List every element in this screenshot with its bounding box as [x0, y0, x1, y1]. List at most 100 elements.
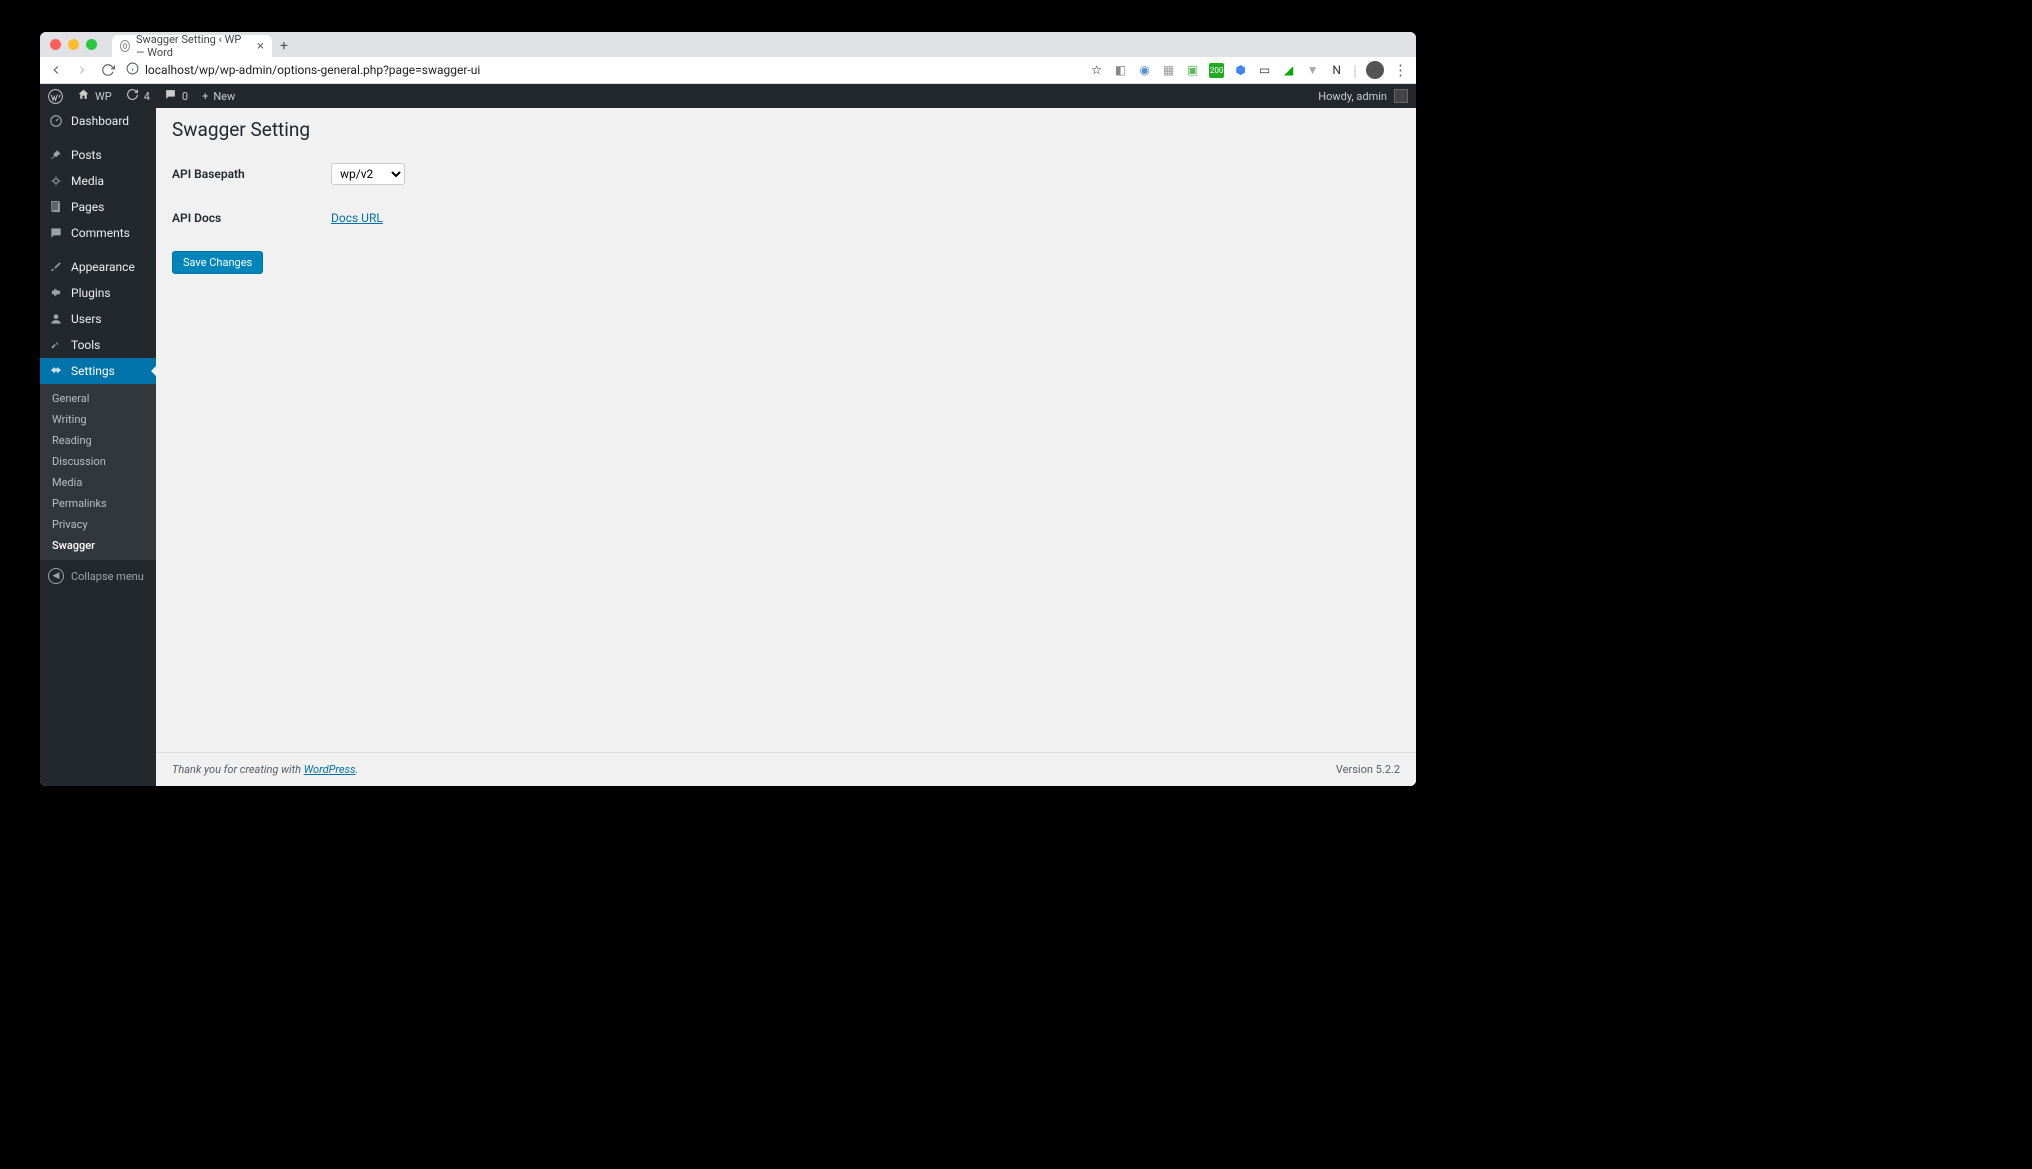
site-name: WP: [95, 90, 112, 103]
comment-count: 0: [182, 90, 188, 103]
browser-menu-button[interactable]: ⋮: [1393, 61, 1408, 79]
site-link[interactable]: WP: [77, 88, 112, 104]
submenu-item-swagger[interactable]: Swagger: [40, 535, 156, 556]
admin-footer: Thank you for creating with WordPress. V…: [156, 752, 1416, 786]
settings-submenu: General Writing Reading Discussion Media…: [40, 384, 156, 560]
collapse-icon: ◀: [48, 568, 64, 584]
wp-logo-button[interactable]: [48, 89, 63, 104]
version-text: Version 5.2.2: [1336, 763, 1400, 776]
submenu-item-general[interactable]: General: [40, 388, 156, 409]
minimize-window-button[interactable]: [68, 39, 79, 50]
extension-icon[interactable]: ▭: [1257, 63, 1272, 78]
brush-icon: [48, 260, 64, 274]
close-window-button[interactable]: [50, 39, 61, 50]
page-icon: [48, 200, 64, 214]
admin-sidebar: Dashboard Posts Media Pages Comment: [40, 108, 156, 786]
sidebar-item-posts[interactable]: Posts: [40, 142, 156, 168]
extension-icon[interactable]: ▣: [1185, 63, 1200, 78]
tab-title: Swagger Setting ‹ WP — Word: [136, 33, 251, 59]
sidebar-label: Plugins: [71, 286, 111, 300]
sidebar-item-comments[interactable]: Comments: [40, 220, 156, 246]
sidebar-item-media[interactable]: Media: [40, 168, 156, 194]
submenu-item-privacy[interactable]: Privacy: [40, 514, 156, 535]
star-icon[interactable]: ☆: [1089, 63, 1104, 78]
collapse-label: Collapse menu: [71, 570, 144, 583]
extension-icon[interactable]: ◢: [1281, 63, 1296, 78]
save-changes-button[interactable]: Save Changes: [172, 251, 263, 274]
admin-bar: WP 4 0 + New Howdy, admin: [40, 84, 1416, 108]
account-menu[interactable]: Howdy, admin: [1318, 89, 1408, 103]
docs-url-link[interactable]: Docs URL: [331, 211, 383, 225]
user-avatar: [1394, 89, 1408, 103]
extension-icon[interactable]: ◉: [1137, 63, 1152, 78]
pin-icon: [48, 148, 64, 162]
maximize-window-button[interactable]: [86, 39, 97, 50]
sidebar-item-tools[interactable]: Tools: [40, 332, 156, 358]
greeting: Howdy, admin: [1318, 90, 1387, 103]
extension-icon[interactable]: N: [1329, 63, 1344, 78]
sidebar-item-settings[interactable]: Settings: [40, 358, 156, 384]
new-label: New: [213, 90, 235, 103]
api-basepath-select[interactable]: wp/v2: [331, 163, 405, 185]
sidebar-label: Settings: [71, 364, 115, 378]
submenu-item-reading[interactable]: Reading: [40, 430, 156, 451]
extension-icon[interactable]: ▼: [1305, 63, 1320, 78]
wp-admin: WP 4 0 + New Howdy, admin: [40, 84, 1416, 786]
api-docs-label: API Docs: [172, 211, 331, 225]
browser-tab[interactable]: Swagger Setting ‹ WP — Word ×: [112, 35, 272, 57]
comment-icon: [48, 226, 64, 240]
page-title: Swagger Setting: [172, 118, 1400, 141]
window-controls: [50, 39, 97, 50]
extension-icon[interactable]: 200: [1209, 63, 1224, 78]
plus-icon: +: [202, 90, 208, 103]
comments-link[interactable]: 0: [164, 88, 188, 104]
globe-icon: [120, 40, 130, 52]
collapse-menu-button[interactable]: ◀ Collapse menu: [40, 560, 156, 592]
sidebar-label: Dashboard: [71, 114, 129, 128]
submenu-item-permalinks[interactable]: Permalinks: [40, 493, 156, 514]
comment-icon: [164, 88, 177, 104]
reload-button[interactable]: [100, 62, 116, 78]
back-button[interactable]: [48, 62, 64, 78]
sidebar-label: Posts: [71, 148, 102, 162]
plugin-icon: [48, 286, 64, 300]
forward-button[interactable]: [74, 62, 90, 78]
sidebar-label: Media: [71, 174, 104, 188]
browser-tabstrip: Swagger Setting ‹ WP — Word × +: [40, 32, 1416, 57]
address-bar[interactable]: localhost/wp/wp-admin/options-general.ph…: [126, 62, 1079, 78]
submenu-item-writing[interactable]: Writing: [40, 409, 156, 430]
updates-link[interactable]: 4: [126, 88, 150, 104]
site-info-icon[interactable]: [126, 62, 139, 78]
home-icon: [77, 88, 90, 104]
browser-window: Swagger Setting ‹ WP — Word × + localhos…: [40, 32, 1416, 786]
dashboard-icon: [48, 114, 64, 128]
api-basepath-label: API Basepath: [172, 167, 331, 181]
sidebar-item-plugins[interactable]: Plugins: [40, 280, 156, 306]
close-tab-button[interactable]: ×: [257, 39, 264, 54]
update-count: 4: [144, 90, 150, 103]
submenu-item-discussion[interactable]: Discussion: [40, 451, 156, 472]
sidebar-item-appearance[interactable]: Appearance: [40, 254, 156, 280]
extension-icon[interactable]: ⬢: [1233, 63, 1248, 78]
api-basepath-row: API Basepath wp/v2: [172, 163, 1400, 185]
content-area: Swagger Setting API Basepath wp/v2 API D…: [156, 108, 1416, 786]
profile-avatar[interactable]: [1366, 61, 1384, 79]
update-icon: [126, 88, 139, 104]
sidebar-label: Pages: [71, 200, 104, 214]
footer-thanks: Thank you for creating with WordPress.: [172, 763, 358, 776]
browser-toolbar: localhost/wp/wp-admin/options-general.ph…: [40, 57, 1416, 84]
new-content-link[interactable]: + New: [202, 90, 235, 103]
url-text: localhost/wp/wp-admin/options-general.ph…: [145, 63, 480, 77]
new-tab-button[interactable]: +: [280, 38, 288, 54]
sidebar-item-users[interactable]: Users: [40, 306, 156, 332]
user-icon: [48, 312, 64, 326]
sidebar-item-pages[interactable]: Pages: [40, 194, 156, 220]
api-docs-row: API Docs Docs URL: [172, 211, 1400, 225]
sidebar-item-dashboard[interactable]: Dashboard: [40, 108, 156, 134]
tools-icon: [48, 338, 64, 352]
wordpress-link[interactable]: WordPress: [304, 763, 356, 776]
sidebar-label: Tools: [71, 338, 100, 352]
extension-icon[interactable]: ◧: [1113, 63, 1128, 78]
submenu-item-media[interactable]: Media: [40, 472, 156, 493]
extension-icon[interactable]: ▦: [1161, 63, 1176, 78]
